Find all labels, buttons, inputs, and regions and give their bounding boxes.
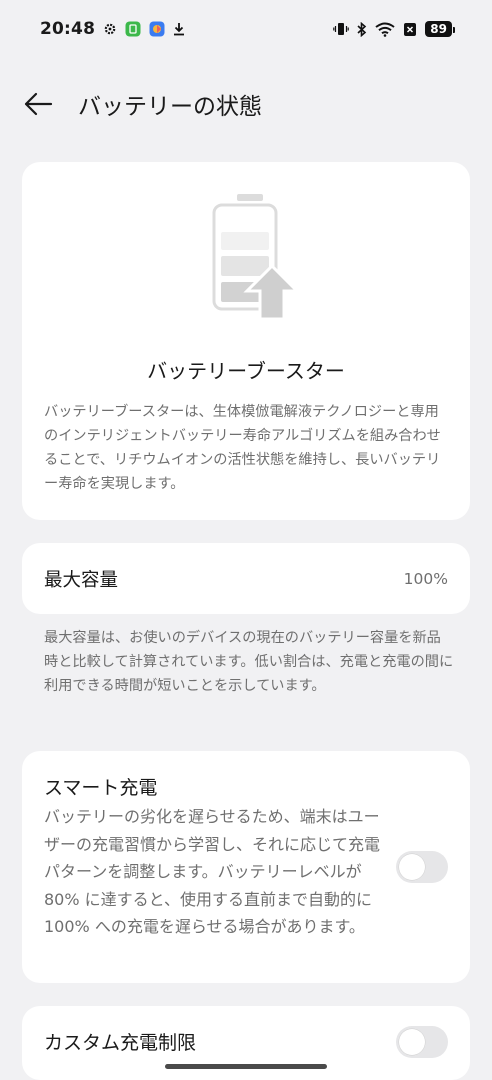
smart-charging-title: スマート充電 <box>44 777 158 799</box>
gear-icon <box>103 22 117 36</box>
max-capacity-row: 最大容量 100% <box>22 543 470 614</box>
toggle-knob <box>399 1029 425 1055</box>
home-indicator[interactable] <box>165 1064 327 1069</box>
bluetooth-icon <box>357 21 367 37</box>
smart-charging-card[interactable]: スマート充電 バッテリーの劣化を遅らせるため、端末はユーザーの充電習慣から学習し… <box>22 751 470 983</box>
booster-description: バッテリーブースターは、生体模倣電解液テクノロジーと専用のインテリジェントバッテ… <box>44 404 441 492</box>
custom-charging-limit-toggle[interactable] <box>396 1026 448 1058</box>
smart-charging-toggle[interactable] <box>396 851 448 883</box>
max-capacity-value: 100% <box>403 569 448 588</box>
toggle-knob <box>399 854 425 880</box>
status-time: 20:48 <box>40 19 96 39</box>
status-left: 20:48 <box>40 19 185 39</box>
booster-title: バッテリーブースター <box>147 359 345 383</box>
custom-charging-limit-label: カスタム充電制限 <box>44 1032 197 1054</box>
app-icon-green <box>125 21 141 37</box>
max-capacity-description: 最大容量は、お使いのデバイスの現在のバッテリー容量を新品時と比較して計算されてい… <box>44 630 454 694</box>
vibrate-icon <box>333 22 350 36</box>
back-button[interactable] <box>22 88 54 120</box>
status-bar: 20:48 89 <box>0 14 492 44</box>
app-icon-colorful <box>149 21 165 37</box>
battery-icon: 89 <box>425 21 455 37</box>
back-arrow-icon <box>24 92 53 116</box>
battery-status-screen: 20:48 89 バッテリーの状態 バッテリーブースター バッテリーブースターは… <box>0 0 492 1080</box>
download-icon <box>173 22 185 36</box>
no-sim-icon <box>403 22 417 37</box>
battery-booster-card: バッテリーブースター バッテリーブースターは、生体模倣電解液テクノロジーと専用の… <box>22 162 470 520</box>
max-capacity-label: 最大容量 <box>44 569 119 591</box>
header: バッテリーの状態 <box>22 84 262 124</box>
battery-booster-icon <box>212 194 302 324</box>
smart-charging-description: バッテリーの劣化を遅らせるため、端末はユーザーの充電習慣から学習し、それに応じて… <box>44 807 381 936</box>
wifi-icon <box>375 22 395 37</box>
page-title: バッテリーの状態 <box>78 94 262 120</box>
status-right: 89 <box>333 21 455 37</box>
